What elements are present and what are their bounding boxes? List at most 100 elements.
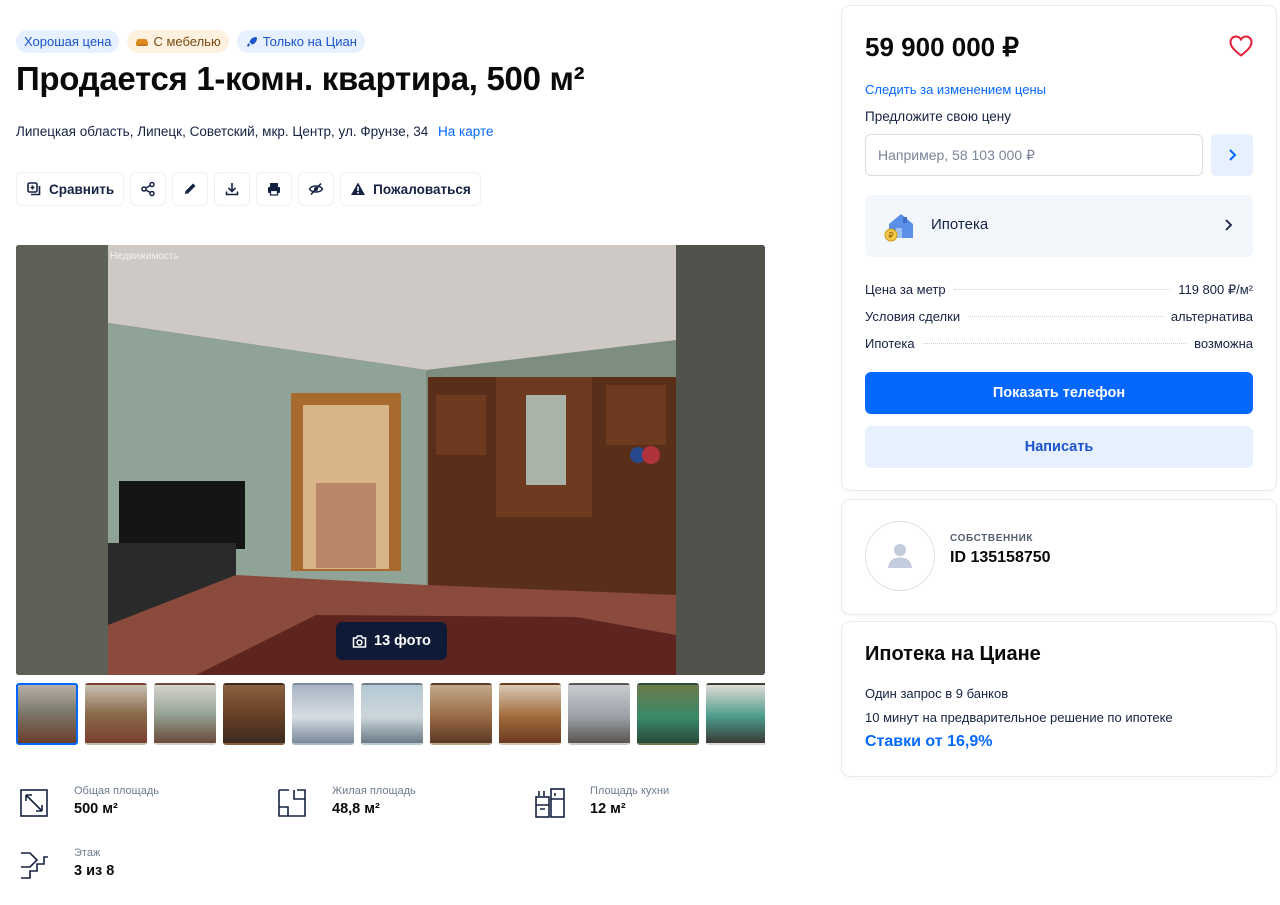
action-toolbar: Сравнить Пожаловаться (16, 172, 481, 206)
room-photo-image (16, 245, 765, 675)
dotted-leader (922, 343, 1187, 344)
feature-floor: Этаж 3 из 8 (16, 845, 256, 885)
badge-only-cian[interactable]: Только на Циан (236, 30, 365, 53)
feature-value: 12 м² (590, 801, 626, 817)
hide-icon (308, 182, 324, 196)
mortgage-promo-text: Один запрос в 9 банков (865, 686, 1009, 701)
share-icon (141, 181, 155, 197)
map-link[interactable]: На карте (438, 124, 493, 139)
price-value: 59 900 000 ₽ (865, 32, 1019, 62)
feature-kitchen-area: Площадь кухни 12 м² (532, 783, 772, 823)
thumbnail[interactable] (361, 683, 423, 745)
photo-watermark: Недвижимость (110, 251, 179, 262)
feature-total-area: Общая площадь 500 м² (16, 783, 256, 823)
total-area-icon (20, 789, 48, 817)
armchair-icon (135, 35, 149, 49)
badge-label: Хорошая цена (24, 34, 112, 49)
svg-text:₽: ₽ (888, 231, 893, 240)
dotted-leader (968, 316, 1163, 317)
dotted-leader (953, 289, 1171, 290)
feature-label: Общая площадь (74, 785, 159, 797)
edit-icon (185, 183, 196, 194)
param-value: возможна (1194, 336, 1253, 351)
mortgage-rates-link[interactable]: Ставки от 16,9% (865, 733, 992, 751)
page-title: Продается 1-комн. квартира, 500 м² (16, 60, 585, 97)
follow-price-link[interactable]: Следить за изменением цены (865, 82, 1046, 97)
param-key: Условия сделки (865, 309, 961, 324)
feature-living-area: Жилая площадь 48,8 м² (274, 783, 514, 823)
floor-icon (21, 852, 48, 879)
report-button[interactable]: Пожаловаться (340, 172, 481, 206)
favorite-heart-icon[interactable] (1228, 34, 1254, 58)
badge-good-price[interactable]: Хорошая цена (16, 30, 120, 53)
compare-icon (27, 182, 41, 196)
price-card: 59 900 000 ₽ Следить за изменением цены … (842, 6, 1276, 490)
compare-label: Сравнить (49, 181, 115, 197)
thumbnail[interactable] (637, 683, 699, 745)
print-icon (268, 183, 281, 196)
kitchen-area-icon (535, 788, 565, 818)
price-params: Цена за метр 119 800 ₽/м² Условия сделки… (865, 282, 1253, 363)
thumbnail[interactable] (292, 683, 354, 745)
feature-value: 48,8 м² (332, 801, 380, 817)
param-key: Цена за метр (865, 282, 946, 297)
chevron-right-icon (1229, 149, 1237, 161)
submit-price-button[interactable] (1211, 134, 1253, 176)
share-button[interactable] (130, 172, 167, 206)
mortgage-label: Ипотека (931, 216, 989, 233)
thumbnail-strip (16, 683, 765, 745)
thumbnail[interactable] (16, 683, 78, 745)
address-text: Липецкая область, Липецк, Советский, мкр… (16, 124, 429, 139)
param-value: альтернатива (1170, 309, 1253, 324)
address-line: Липецкая область, Липецк, Советский, мкр… (16, 124, 494, 139)
thumbnail[interactable] (154, 683, 216, 745)
mortgage-promo-card: Ипотека на Циане Один запрос в 9 банков … (842, 622, 1276, 776)
owner-id: ID 135158750 (950, 549, 1051, 566)
house-coin-icon: ₽ (884, 214, 913, 242)
suggest-price-input[interactable] (865, 134, 1203, 176)
living-area-icon (278, 789, 306, 817)
thumbnail[interactable] (430, 683, 492, 745)
mortgage-promo-text: 10 минут на предварительное решение по и… (865, 710, 1173, 725)
badge-label: С мебелью (153, 34, 221, 49)
param-value: 119 800 ₽/м² (1178, 282, 1253, 297)
mortgage-row[interactable]: ₽ Ипотека (865, 195, 1253, 257)
thumbnail[interactable] (85, 683, 147, 745)
thumbnail[interactable] (223, 683, 285, 745)
mortgage-promo-title: Ипотека на Циане (865, 643, 1041, 665)
hide-button[interactable] (298, 172, 335, 206)
param-row: Ипотека возможна (865, 336, 1253, 363)
avatar[interactable] (865, 521, 935, 591)
feature-label: Площадь кухни (590, 785, 670, 797)
thumbnail[interactable] (706, 683, 765, 745)
warning-icon (351, 182, 366, 195)
suggest-price-label: Предложите свою цену (865, 109, 1011, 124)
feature-label: Жилая площадь (332, 785, 416, 797)
badge-label: Только на Циан (262, 34, 357, 49)
user-icon (888, 544, 912, 568)
download-button[interactable] (214, 172, 251, 206)
thumbnail[interactable] (499, 683, 561, 745)
owner-type: СОБСТВЕННИК (950, 533, 1034, 544)
param-row: Цена за метр 119 800 ₽/м² (865, 282, 1253, 309)
rocket-icon (245, 35, 259, 49)
main-photo[interactable]: Недвижимость 13 фото (16, 245, 765, 675)
report-label: Пожаловаться (373, 181, 471, 197)
param-key: Ипотека (865, 336, 915, 351)
thumbnail[interactable] (568, 683, 630, 745)
badges-row: Хорошая цена С мебелью Только на Циан (16, 30, 365, 53)
feature-value: 500 м² (74, 801, 118, 817)
compare-button[interactable]: Сравнить (16, 172, 125, 206)
print-button[interactable] (256, 172, 293, 206)
edit-button[interactable] (172, 172, 209, 206)
camera-icon (352, 634, 367, 648)
show-phone-button[interactable]: Показать телефон (865, 372, 1253, 414)
download-icon (225, 183, 239, 196)
feature-value: 3 из 8 (74, 863, 115, 879)
photo-count-button[interactable]: 13 фото (336, 622, 447, 660)
owner-card: СОБСТВЕННИК ID 135158750 (842, 500, 1276, 614)
param-row: Условия сделки альтернатива (865, 309, 1253, 336)
photo-count-label: 13 фото (374, 633, 431, 649)
badge-furnished[interactable]: С мебелью (127, 30, 229, 53)
write-message-button[interactable]: Написать (865, 426, 1253, 468)
